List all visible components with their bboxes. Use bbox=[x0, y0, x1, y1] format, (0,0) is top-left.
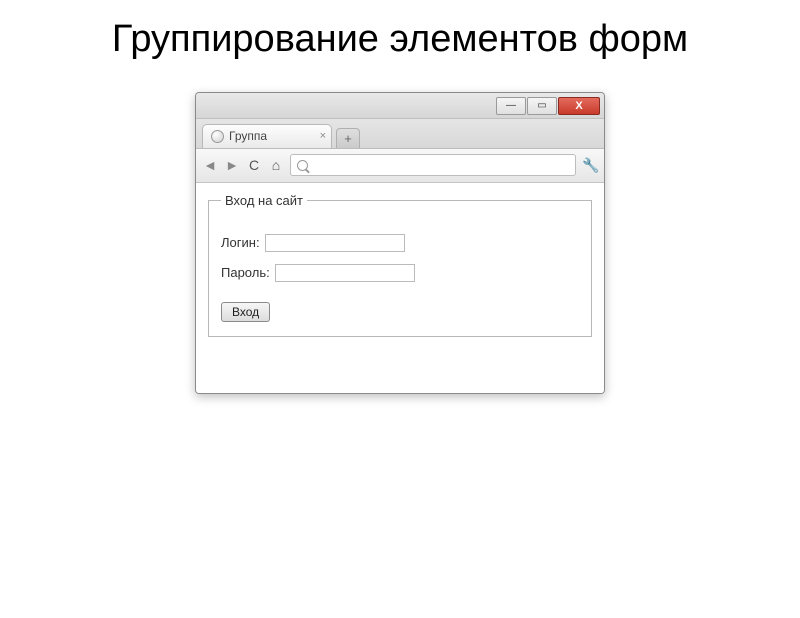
search-icon bbox=[297, 160, 308, 171]
tab-close-icon[interactable]: × bbox=[320, 130, 326, 142]
wrench-icon[interactable]: 🔧 bbox=[582, 157, 598, 174]
new-tab-button[interactable]: + bbox=[336, 128, 360, 148]
login-input[interactable] bbox=[265, 234, 405, 252]
fieldset-legend: Вход на сайт bbox=[221, 193, 307, 208]
home-icon[interactable]: ⌂ bbox=[268, 157, 284, 173]
minimize-button[interactable]: — bbox=[496, 97, 526, 115]
password-row: Пароль: bbox=[221, 264, 579, 282]
browser-toolbar: ◄ ► C ⌂ 🔧 bbox=[196, 149, 604, 183]
maximize-button[interactable]: ▭ bbox=[527, 97, 557, 115]
forward-icon[interactable]: ► bbox=[224, 157, 240, 173]
tabstrip: Группа × + bbox=[196, 119, 604, 149]
close-button[interactable]: X bbox=[558, 97, 600, 115]
login-fieldset: Вход на сайт Логин: Пароль: Вход bbox=[208, 193, 592, 337]
page-viewport: Вход на сайт Логин: Пароль: Вход bbox=[196, 183, 604, 393]
browser-window: — ▭ X Группа × + ◄ ► C ⌂ 🔧 Вход на сайт … bbox=[195, 92, 605, 394]
login-row: Логин: bbox=[221, 234, 579, 252]
window-titlebar: — ▭ X bbox=[196, 93, 604, 119]
login-label: Логин: bbox=[221, 235, 260, 250]
globe-icon bbox=[211, 130, 224, 143]
tab-title: Группа bbox=[229, 129, 267, 143]
slide-title: Группирование элементов форм bbox=[0, 18, 800, 62]
address-bar[interactable] bbox=[290, 154, 576, 176]
reload-icon[interactable]: C bbox=[246, 157, 262, 173]
submit-button[interactable]: Вход bbox=[221, 302, 270, 322]
password-input[interactable] bbox=[275, 264, 415, 282]
password-label: Пароль: bbox=[221, 265, 270, 280]
browser-tab[interactable]: Группа × bbox=[202, 124, 332, 148]
back-icon[interactable]: ◄ bbox=[202, 157, 218, 173]
